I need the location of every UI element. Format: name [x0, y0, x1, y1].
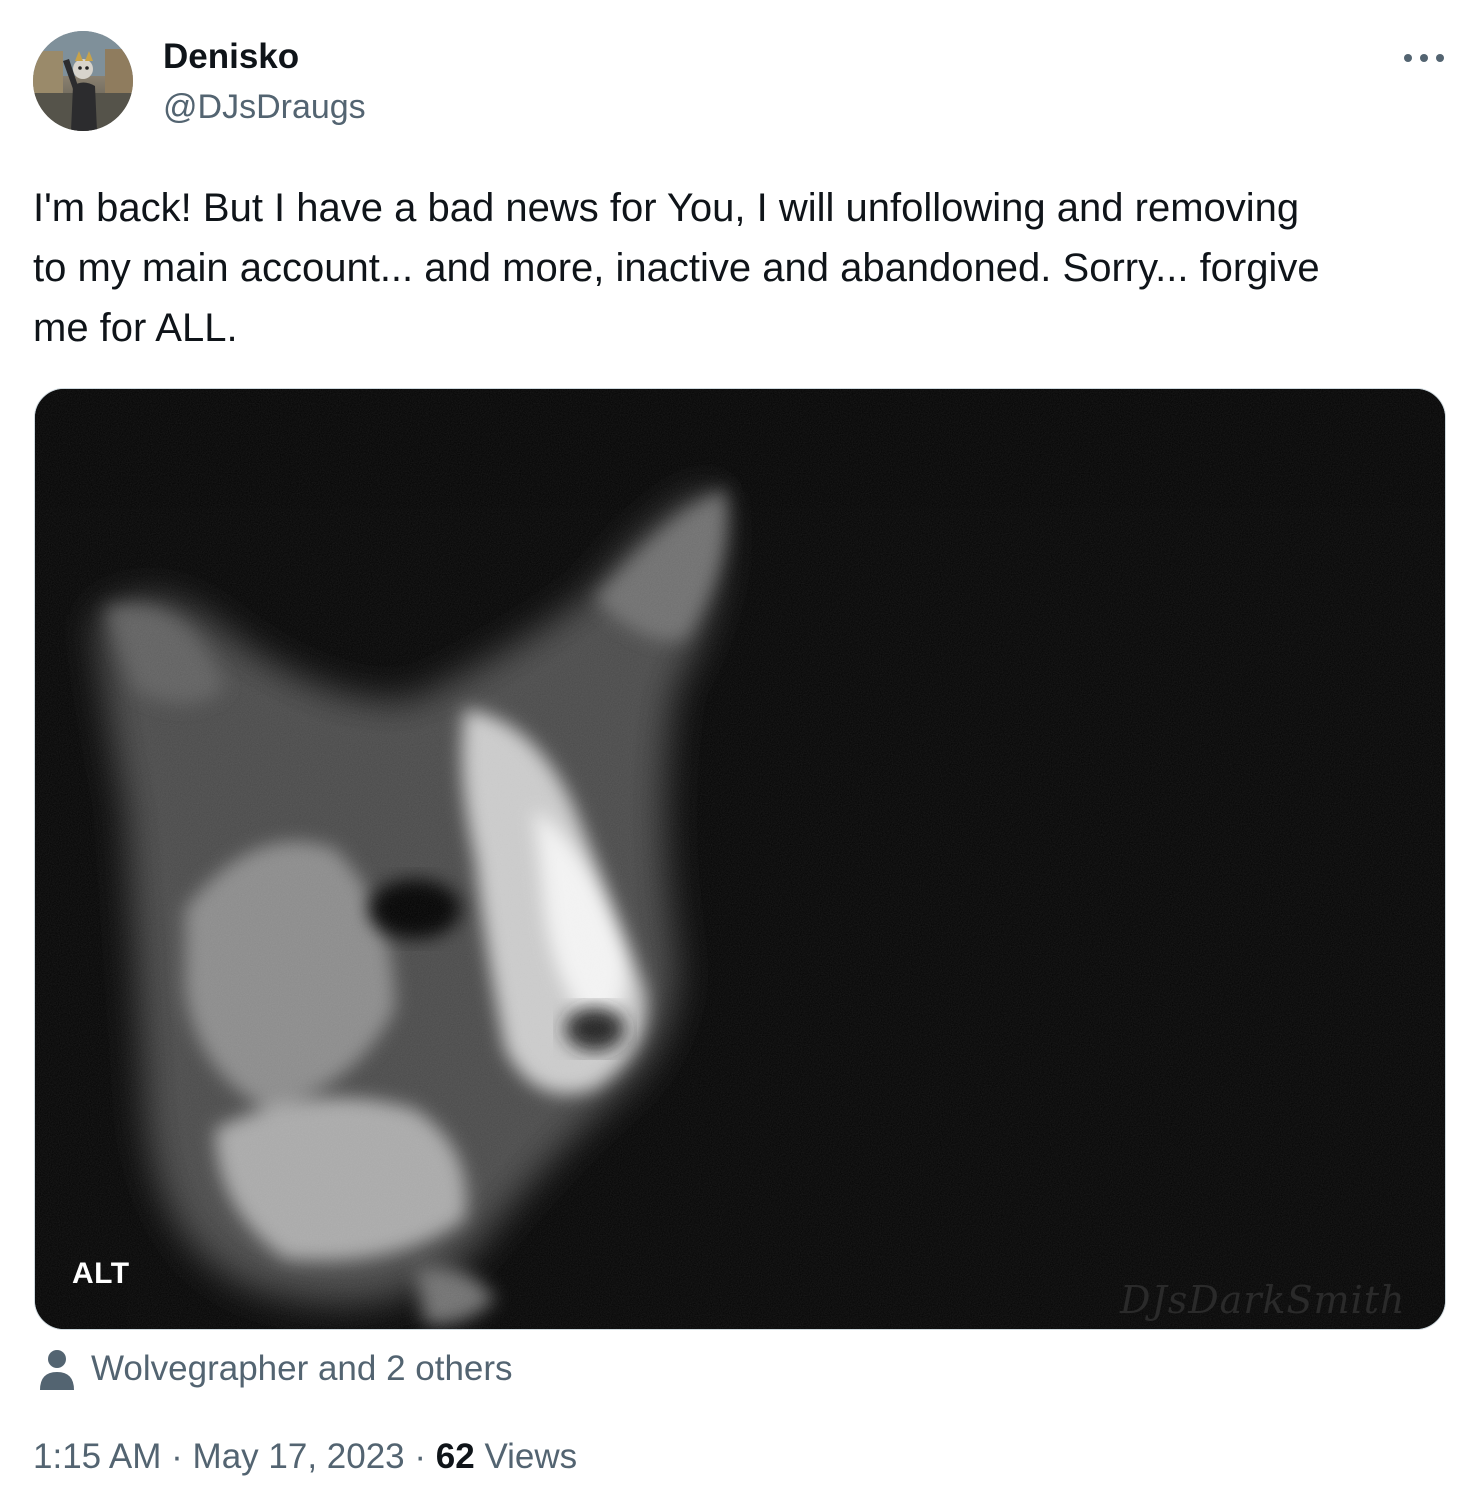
tagged-people-text: Wolvegrapher and 2 others	[91, 1349, 513, 1388]
tagged-people[interactable]: Wolvegrapher and 2 others	[38, 1345, 513, 1393]
tweet: Denisko @DJsDraugs I'm back! But I have …	[0, 0, 1467, 1510]
author-handle[interactable]: @DJsDraugs	[163, 86, 366, 128]
avatar-image	[33, 31, 133, 131]
tweet-photo[interactable]	[34, 388, 1446, 1330]
more-horizontal-icon	[1404, 54, 1444, 62]
tweet-text: I'm back! But I have a bad news for You,…	[33, 186, 1320, 350]
avatar[interactable]	[33, 31, 133, 131]
meta-separator: ·	[171, 1437, 183, 1476]
tweet-date[interactable]: May 17, 2023	[193, 1437, 405, 1476]
views-label: Views	[484, 1437, 578, 1476]
tweet-time[interactable]: 1:15 AM	[33, 1437, 161, 1476]
author-display-name[interactable]: Denisko	[163, 36, 299, 78]
alt-text-badge[interactable]: ALT	[72, 1256, 130, 1292]
person-icon	[38, 1348, 76, 1390]
meta-separator: ·	[414, 1437, 427, 1476]
photo-watermark: DJsDarkSmith	[1120, 1278, 1406, 1322]
views-count: 62	[435, 1437, 475, 1476]
more-options-button[interactable]	[1398, 38, 1450, 78]
wolf-photo	[35, 389, 1445, 1329]
tweet-meta: 1:15 AM · May 17, 2023 · 62 Views	[33, 1434, 577, 1480]
